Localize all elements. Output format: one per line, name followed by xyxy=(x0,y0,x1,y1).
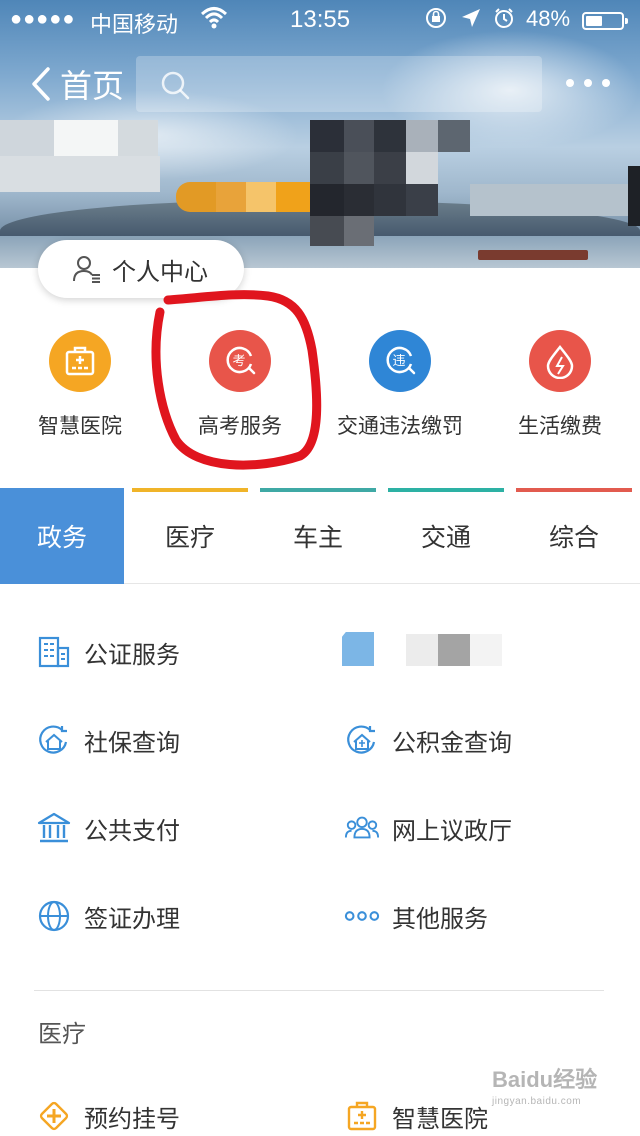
tab-government[interactable]: 政务 xyxy=(0,488,124,584)
clock-time: 13:55 xyxy=(290,6,351,33)
quick-service-label: 智慧医院 xyxy=(38,414,122,438)
personal-center-label: 个人中心 xyxy=(112,257,208,286)
service-label: 社保查询 xyxy=(84,728,180,757)
traffic-violation-icon: 违 xyxy=(369,330,431,392)
globe-icon xyxy=(36,898,72,934)
more-dot xyxy=(602,79,610,87)
quick-service-smart-hospital[interactable]: 智慧医院 xyxy=(0,330,160,440)
search-icon xyxy=(161,71,190,100)
service-label: 公积金查询 xyxy=(392,728,512,757)
service-label: 智慧医院 xyxy=(392,1104,488,1133)
quick-service-utility-bills[interactable]: 生活缴费 xyxy=(480,330,640,440)
blurred-region xyxy=(0,120,640,250)
medical-section-title: 医疗 xyxy=(38,1020,86,1048)
more-dots-icon xyxy=(344,898,380,934)
service-housing-fund[interactable]: 公积金查询 xyxy=(344,710,512,770)
quick-service-gaokao[interactable]: 考 高考服务 xyxy=(160,330,320,440)
rotation-lock-icon xyxy=(426,8,446,28)
category-tabs: 政务 医疗 车主 交通 综合 xyxy=(0,488,640,584)
service-public-payment[interactable]: 公共支付 xyxy=(36,798,180,858)
quick-service-label: 高考服务 xyxy=(198,414,282,438)
personal-center-button[interactable]: 个人中心 xyxy=(38,240,244,298)
service-other[interactable]: 其他服务 xyxy=(344,886,488,946)
status-icons xyxy=(424,6,515,30)
blurred-service-item xyxy=(342,632,502,668)
chevron-left-icon xyxy=(32,67,50,101)
service-notary[interactable]: 公证服务 xyxy=(36,622,180,682)
more-dot xyxy=(584,79,592,87)
boat-image xyxy=(478,250,588,260)
utility-bill-icon xyxy=(529,330,591,392)
status-bar: ●●●●● 中国移动 13:55 48% xyxy=(0,0,640,40)
service-online-forum[interactable]: 网上议政厅 xyxy=(344,798,512,858)
quick-service-label: 生活缴费 xyxy=(518,414,602,438)
more-dot xyxy=(566,79,574,87)
baidu-jingyan-watermark: Baidu经验 jingyan.baidu.com xyxy=(492,1062,597,1107)
battery-icon xyxy=(582,12,628,30)
tab-label: 医疗 xyxy=(164,523,215,552)
housing-fund-icon xyxy=(344,722,380,758)
tab-label: 综合 xyxy=(548,523,599,552)
quick-service-label: 交通违法缴罚 xyxy=(337,414,463,438)
carrier-name: 中国移动 xyxy=(90,12,179,37)
signal-strength-icon: ●●●●● xyxy=(10,8,76,30)
exam-icon: 考 xyxy=(209,330,271,392)
header-banner-photo xyxy=(0,0,640,268)
service-social-security[interactable]: 社保查询 xyxy=(36,710,180,770)
service-smart-hospital[interactable]: 智慧医院 xyxy=(344,1086,488,1136)
service-visa[interactable]: 签证办理 xyxy=(36,886,180,946)
svg-text:违: 违 xyxy=(392,354,405,369)
tab-general[interactable]: 综合 xyxy=(512,488,636,584)
quick-services: 智慧医院 考 高考服务 违 交通违法缴罚 生活缴费 xyxy=(0,330,640,450)
user-profile-icon xyxy=(73,256,100,283)
svg-text:考: 考 xyxy=(232,354,245,369)
building-icon xyxy=(36,634,72,670)
tab-car-owner[interactable]: 车主 xyxy=(256,488,380,584)
tab-traffic[interactable]: 交通 xyxy=(384,488,508,584)
tab-label: 政务 xyxy=(36,523,87,552)
quick-service-traffic-fine[interactable]: 违 交通违法缴罚 xyxy=(320,330,480,440)
watermark-url: jingyan.baidu.com xyxy=(492,1096,582,1107)
watermark-brand: Baidu经验 xyxy=(492,1067,598,1092)
appointment-icon xyxy=(36,1098,72,1134)
social-security-icon xyxy=(36,722,72,758)
alarm-clock-icon xyxy=(495,8,514,28)
tab-label: 车主 xyxy=(292,523,343,552)
more-options-button[interactable] xyxy=(566,68,610,98)
service-label: 网上议政厅 xyxy=(392,816,512,845)
service-label: 其他服务 xyxy=(392,904,488,933)
service-label: 预约挂号 xyxy=(84,1104,180,1133)
wifi-icon xyxy=(200,4,228,36)
service-appointment[interactable]: 预约挂号 xyxy=(36,1086,180,1136)
service-label: 公共支付 xyxy=(84,816,180,845)
search-input[interactable] xyxy=(136,56,542,112)
location-arrow-icon xyxy=(461,9,480,27)
service-label: 签证办理 xyxy=(84,904,180,933)
back-button[interactable]: 首页 xyxy=(30,62,124,106)
back-label: 首页 xyxy=(60,68,125,104)
people-group-icon xyxy=(344,810,380,846)
service-label: 公证服务 xyxy=(84,640,180,669)
tab-medical[interactable]: 医疗 xyxy=(128,488,252,584)
hospital-icon xyxy=(49,330,111,392)
battery-percent: 48% xyxy=(526,6,571,31)
hospital-icon xyxy=(344,1098,380,1134)
section-divider xyxy=(34,990,604,991)
tab-label: 交通 xyxy=(420,523,471,552)
bank-icon xyxy=(36,810,72,846)
